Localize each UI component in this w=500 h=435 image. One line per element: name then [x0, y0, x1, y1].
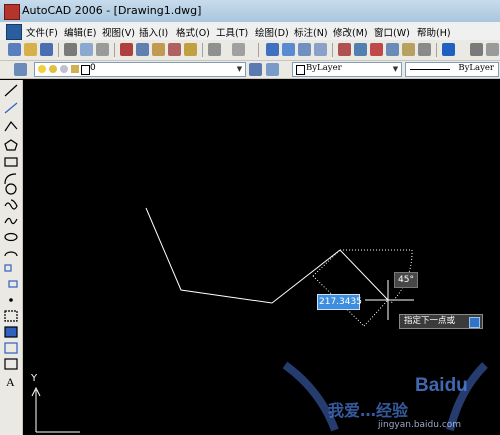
layer-manager-icon[interactable]: [14, 63, 27, 76]
menu-format[interactable]: 格式(O): [176, 25, 210, 39]
insert-block-icon[interactable]: [4, 264, 12, 272]
baidu-watermark: Baidu 我爱…经验 jingyan.baidu.com: [280, 360, 490, 435]
layer-lock-icon: [71, 65, 79, 73]
gradient-icon[interactable]: [4, 326, 18, 338]
tool-palettes-icon[interactable]: [370, 43, 383, 56]
arc-icon[interactable]: [4, 173, 17, 185]
menu-insert[interactable]: 插入(I): [139, 25, 168, 39]
properties-icon[interactable]: [338, 43, 351, 56]
layer-dropdown[interactable]: 0 ▼: [34, 62, 246, 77]
dynamic-angle-field[interactable]: 45°: [394, 272, 418, 288]
chevron-down-icon[interactable]: ▼: [234, 63, 245, 76]
options-arrow-icon[interactable]: [469, 317, 480, 328]
linetype-value: ByLayer: [458, 63, 494, 73]
menu-file[interactable]: 文件(F): [26, 25, 58, 39]
line-tool-icon[interactable]: [4, 84, 18, 97]
standard-toolbar: [0, 40, 500, 61]
menu-help[interactable]: 帮助(H): [417, 25, 451, 39]
undo-icon[interactable]: [208, 43, 221, 56]
layer-viewport-icon: [60, 65, 68, 73]
zoom-realtime-icon[interactable]: [282, 43, 295, 56]
color-dropdown[interactable]: ByLayer ▼: [292, 62, 402, 77]
circle-icon[interactable]: [5, 183, 17, 195]
pan-icon[interactable]: [266, 43, 279, 56]
design-center-icon[interactable]: [354, 43, 367, 56]
hatch-icon[interactable]: [4, 310, 18, 322]
draw-tools: A: [4, 84, 18, 389]
menu-window[interactable]: 窗口(W): [374, 25, 410, 39]
prompt-text: 指定下一点或: [404, 316, 456, 326]
save-icon[interactable]: [40, 43, 53, 56]
autocad-app-icon[interactable]: [4, 4, 20, 20]
color-swatch: [296, 65, 305, 75]
revision-cloud-icon[interactable]: [4, 199, 18, 210]
window-title: AutoCAD 2006 - [Drawing1.dwg]: [22, 4, 202, 17]
menu-bar: 文件(F) 编辑(E) 视图(V) 插入(I) 格式(O) 工具(T) 绘图(D…: [0, 22, 500, 41]
menu-view[interactable]: 视图(V): [102, 25, 135, 39]
publish-icon[interactable]: [96, 43, 109, 56]
color-value: ByLayer: [306, 63, 342, 73]
paste-icon[interactable]: [152, 43, 165, 56]
make-block-icon[interactable]: [8, 280, 18, 288]
spline-icon[interactable]: [4, 217, 18, 225]
layers-toolbar: 0 ▼ ByLayer ▼ ByLayer: [0, 61, 500, 79]
make-current-layer-icon[interactable]: [249, 63, 262, 76]
draw-toolbar: A: [0, 80, 23, 435]
copy-icon[interactable]: [136, 43, 149, 56]
cut-icon[interactable]: [120, 43, 133, 56]
current-layer-name: 0: [90, 63, 96, 73]
command-prompt-tooltip: 指定下一点或: [399, 314, 483, 329]
menu-edit[interactable]: 编辑(E): [64, 25, 96, 39]
linetype-dropdown[interactable]: ByLayer: [405, 62, 499, 77]
title-bar: AutoCAD 2006 - [Drawing1.dwg]: [0, 0, 500, 23]
polyline-icon[interactable]: [4, 121, 18, 132]
watermark-text: 我爱…经验: [328, 401, 409, 420]
watermark-url: jingyan.baidu.com: [378, 420, 462, 430]
table-icon[interactable]: [4, 358, 18, 370]
zoom-previous-icon[interactable]: [314, 43, 327, 56]
redo-icon[interactable]: [232, 43, 245, 56]
construction-line-icon[interactable]: [4, 102, 18, 114]
zoom-window-icon[interactable]: [298, 43, 311, 56]
menu-tools[interactable]: 工具(T): [216, 25, 248, 39]
region-icon[interactable]: [4, 342, 18, 354]
linetype-preview: [410, 69, 450, 70]
calculator-icon[interactable]: [418, 43, 431, 56]
print-icon[interactable]: [64, 43, 77, 56]
point-icon[interactable]: [9, 298, 13, 302]
ucs-y-label: Y: [31, 373, 38, 384]
sheet-set-icon[interactable]: [386, 43, 399, 56]
help-icon[interactable]: [442, 43, 455, 56]
ellipse-arc-icon[interactable]: [4, 251, 18, 257]
dynamic-distance-input[interactable]: 217.3435: [317, 294, 362, 310]
multiline-text-icon[interactable]: A: [6, 375, 15, 389]
block-editor-icon[interactable]: [184, 43, 197, 56]
layer-on-icon: [38, 65, 46, 73]
menu-dimension[interactable]: 标注(N): [294, 25, 328, 39]
layer-color-swatch: [81, 65, 90, 75]
menu-draw[interactable]: 绘图(D): [255, 25, 289, 39]
rectangle-icon[interactable]: [4, 157, 18, 167]
markup-icon[interactable]: [402, 43, 415, 56]
plot-preview-icon[interactable]: [80, 43, 93, 56]
new-file-icon[interactable]: [8, 43, 21, 56]
layer-previous-icon[interactable]: [266, 63, 279, 76]
baidu-logo: Baidu: [415, 375, 468, 396]
open-file-icon[interactable]: [24, 43, 37, 56]
layer-freeze-icon: [49, 65, 57, 73]
ellipse-icon[interactable]: [4, 232, 18, 242]
chevron-down-icon[interactable]: ▼: [390, 63, 401, 76]
menu-modify[interactable]: 修改(M): [333, 25, 368, 39]
polygon-icon[interactable]: [4, 139, 18, 151]
match-properties-icon[interactable]: [168, 43, 181, 56]
document-menu-icon[interactable]: [6, 24, 22, 40]
style-icon[interactable]: [470, 43, 483, 56]
style-icon-2[interactable]: [486, 43, 499, 56]
